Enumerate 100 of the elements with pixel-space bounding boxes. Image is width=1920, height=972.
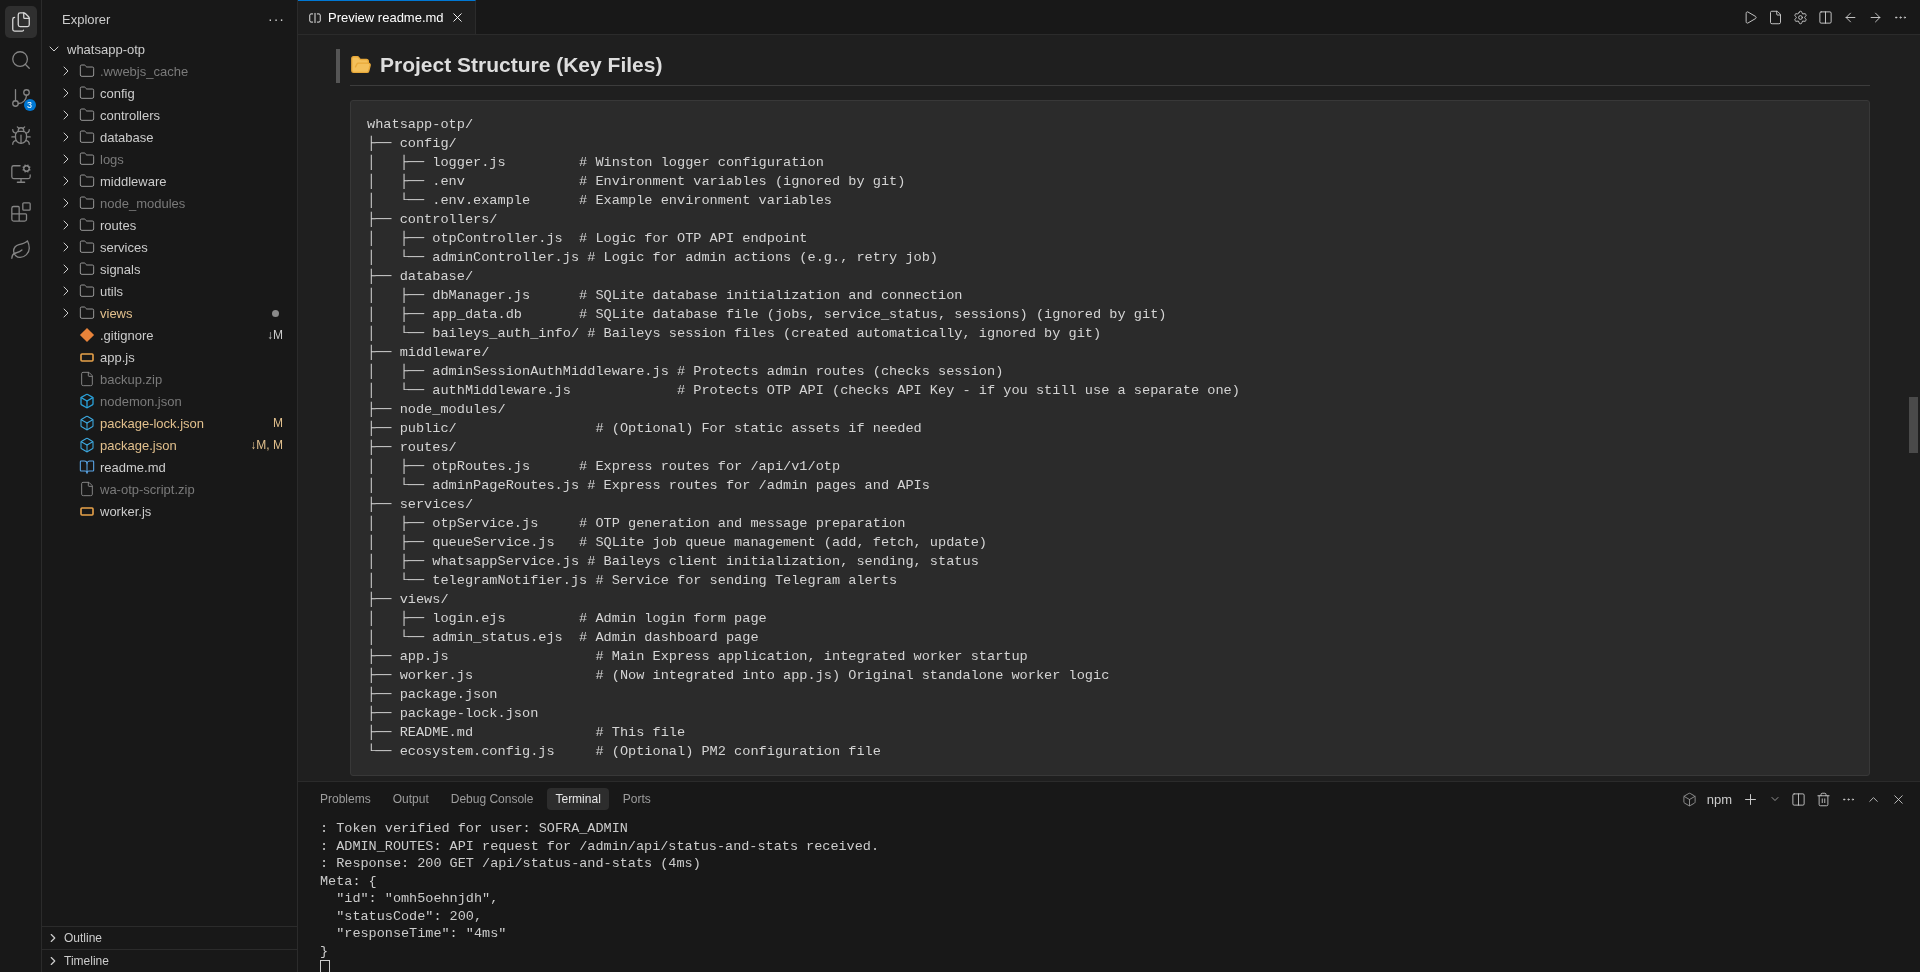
folder-icon	[79, 173, 95, 189]
more-button[interactable]: ···	[268, 11, 285, 27]
box-icon	[79, 393, 95, 409]
code-line: │ ├── whatsappService.js # Baileys client initialization, sending, status	[367, 552, 980, 571]
code-line: │ └── .env.example # Example environment variables	[367, 191, 833, 210]
folder-icon	[79, 283, 95, 299]
folder-icon	[79, 217, 95, 233]
tree-item[interactable]: .gitignore ↓M	[42, 324, 297, 346]
split-icon[interactable]	[1791, 791, 1806, 807]
tree-item[interactable]: readme.md	[42, 456, 297, 478]
section-heading: Project Structure (Key Files)	[380, 53, 663, 77]
tree-item[interactable]: views	[42, 302, 297, 324]
tree-item[interactable]: package.json ↓M, M	[42, 434, 297, 456]
section-header[interactable]: Timeline	[42, 949, 297, 972]
terminal-name[interactable]: npm	[1706, 791, 1732, 807]
terminal-line: : Response: 200 GET /api/status-and-stats (4ms)	[320, 855, 702, 873]
terminal-line: Meta: {	[320, 872, 378, 890]
tree-item[interactable]: services	[42, 236, 297, 258]
tree-item[interactable]: node_modules	[42, 192, 297, 214]
editor-tab[interactable]: Preview readme.md	[298, 0, 476, 34]
tree-item[interactable]: app.js	[42, 346, 297, 368]
file-name: utils	[100, 283, 125, 299]
panel-tab[interactable]: Ports	[614, 788, 659, 810]
sidebar-title: Explorer	[62, 11, 111, 27]
tree-item[interactable]: database	[42, 126, 297, 148]
code-line: ├── worker.js # (Now integrated into app.js) Original standalone worker logic	[367, 666, 1111, 685]
code-line: ├── controllers/	[367, 210, 499, 229]
terminal-cursor	[320, 960, 330, 972]
file-icon[interactable]	[1768, 9, 1783, 25]
code-line: │ └── adminPageRoutes.js # Express routes for /admin pages and APIs	[367, 476, 931, 495]
file-name: routes	[100, 217, 138, 233]
run-icon[interactable]	[1743, 9, 1758, 25]
trash-icon[interactable]	[1816, 791, 1831, 807]
tree-item[interactable]: controllers	[42, 104, 297, 126]
tree-item[interactable]: wa-otp-script.zip	[42, 478, 297, 500]
panel-tab[interactable]: Debug Console	[442, 788, 542, 810]
back-icon[interactable]	[1843, 9, 1858, 25]
tree-item[interactable]: .wwebjs_cache	[42, 60, 297, 82]
tree-item[interactable]: worker.js	[42, 500, 297, 522]
section-header[interactable]: Outline	[42, 926, 297, 949]
git-status: ↓M, M	[250, 438, 283, 452]
tree-item[interactable]: logs	[42, 148, 297, 170]
scrollbar-thumb[interactable]	[1909, 397, 1918, 453]
cube-icon	[1681, 791, 1697, 807]
code-line: ├── views/	[367, 590, 450, 609]
folder-icon	[79, 195, 95, 211]
file-name: app.js	[100, 349, 136, 365]
file-name: readme.md	[100, 459, 167, 475]
code-line: │ └── baileys_auth_info/ # Baileys session files (created automatically, ignored by git)	[367, 324, 1103, 343]
code-line: │ ├── adminSessionAuthMiddleware.js # Protects admin routes (checks session)	[367, 362, 1005, 381]
code-line: whatsapp-otp/	[367, 116, 475, 134]
forward-icon[interactable]	[1868, 9, 1883, 25]
terminal-line: "responseTime": "4ms"	[335, 925, 508, 943]
file-name: .gitignore	[100, 327, 155, 343]
folder-icon	[79, 129, 95, 145]
code-line: │ ├── .env # Environment variables (ignored by git)	[367, 172, 907, 191]
tree-item[interactable]: config	[42, 82, 297, 104]
monitor-icon	[9, 163, 32, 185]
code-line: │ ├── dbManager.js # SQLite database initialization and connection	[367, 286, 964, 305]
terminal-line: : Token verified for user: SOFRA_ADMIN	[320, 820, 629, 838]
activity-button[interactable]	[4, 6, 37, 38]
file-name: controllers	[100, 107, 161, 123]
folder-icon	[79, 151, 95, 167]
tree-item[interactable]: signals	[42, 258, 297, 280]
code-line: ├── middleware/	[367, 343, 491, 362]
tree-root[interactable]: whatsapp-otp	[42, 38, 297, 60]
folder-icon	[79, 239, 95, 255]
code-line: ├── services/	[367, 495, 475, 514]
split-icon[interactable]	[1818, 9, 1833, 25]
code-line: │ ├── login.ejs # Admin login form page	[367, 609, 768, 628]
tree-item[interactable]: backup.zip	[42, 368, 297, 390]
tree-item[interactable]: middleware	[42, 170, 297, 192]
file-name: config	[100, 85, 136, 101]
code-line: ├── package.json	[367, 685, 499, 704]
panel-tab[interactable]: Output	[384, 788, 437, 810]
panel-tab[interactable]: Problems	[312, 788, 379, 810]
code-line: │ ├── otpRoutes.js # Express routes for /api/v1/otp	[367, 457, 842, 476]
git-status: ↓M	[267, 328, 283, 342]
code-line: ├── node_modules/	[367, 400, 507, 419]
code-line: └── ecosystem.config.js # (Optional) PM2 configuration file	[367, 742, 882, 761]
code-line: │ ├── app_data.db # SQLite database file (jobs, service_status, sessions) (ignored by git)	[367, 305, 1168, 324]
code-line: ├── database/	[367, 267, 475, 286]
tree-item[interactable]: package-lock.json M	[42, 412, 297, 434]
file-name: middleware	[100, 173, 168, 189]
panel-tab[interactable]: Terminal	[547, 788, 609, 810]
terminal-line: : ADMIN_ROUTES: API request for /admin/api/status-and-stats received.	[320, 837, 880, 855]
activity-button[interactable]: 3	[4, 82, 37, 114]
code-line: ├── package-lock.json	[367, 704, 540, 723]
settings-icon[interactable]	[1793, 9, 1808, 25]
tree-item[interactable]: routes	[42, 214, 297, 236]
file-name: signals	[100, 261, 142, 277]
file-name: backup.zip	[100, 371, 164, 387]
tree-item[interactable]: nodemon.json	[42, 390, 297, 412]
folder-icon	[79, 63, 95, 79]
tree-item[interactable]: utils	[42, 280, 297, 302]
file-name: package.json	[100, 437, 178, 453]
file-name: logs	[100, 151, 125, 167]
code-line: │ ├── queueService.js # SQLite job queue management (add, fetch, update)	[367, 533, 988, 552]
branch-icon	[9, 87, 32, 109]
code-line: ├── README.md # This file	[367, 723, 687, 742]
